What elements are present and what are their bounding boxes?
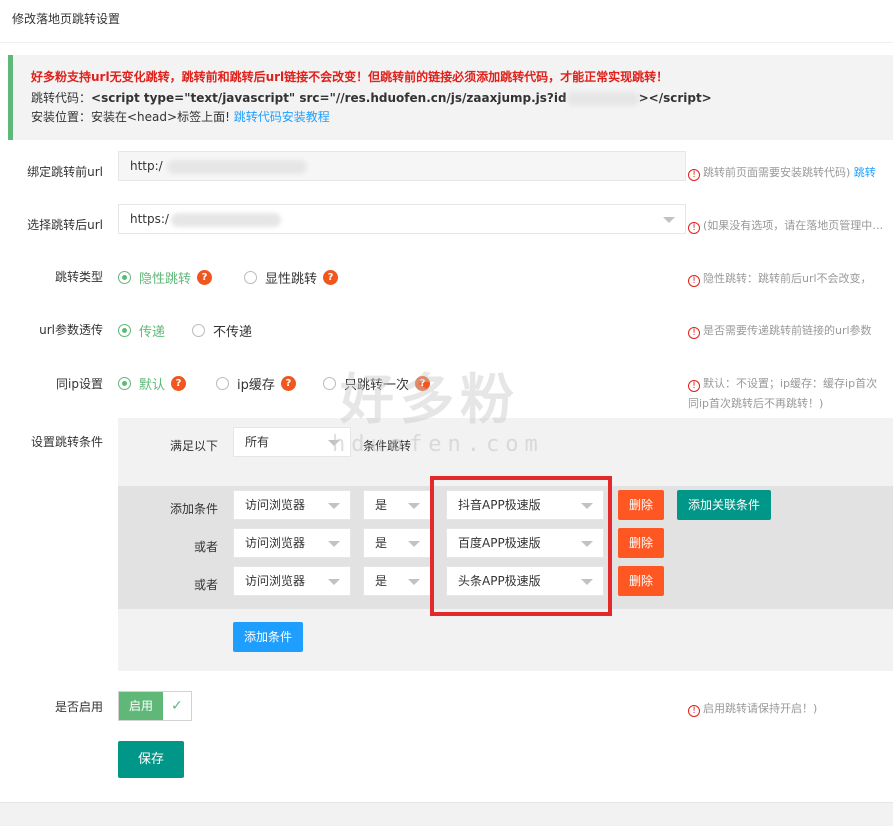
bind-url-label: 绑定跳转前url (27, 165, 103, 179)
notice-code-line: 跳转代码：<script type="text/javascript" src=… (31, 89, 712, 106)
radio-dot (323, 377, 336, 390)
chevron-down-icon (663, 217, 675, 223)
title-bar: 修改落地页跳转设置 (0, 0, 893, 43)
notice-code-a: <script type="text/javascript" src="//re… (91, 91, 567, 105)
radio-dot (118, 377, 131, 390)
check-icon: ✓ (171, 698, 183, 714)
jump-type-hidden-radio[interactable]: 隐性跳转? (118, 268, 213, 287)
condition-field-select[interactable]: 访问浏览器 (233, 528, 351, 558)
radio-dot (244, 271, 257, 284)
url-param-label: url参数透传 (39, 323, 103, 337)
enable-hint: ! 启用跳转请保持开启！) (688, 700, 817, 717)
target-url-select[interactable]: https:/ (118, 204, 686, 234)
install-tutorial-link[interactable]: 跳转代码安装教程 (234, 110, 330, 124)
jump-type-hint: ! 隐性跳转：跳转前后url不会改变， (688, 270, 872, 287)
chevron-down-icon (328, 579, 340, 585)
bind-url-hint-link[interactable]: 跳转 (854, 166, 876, 179)
enable-switch-text: 启用 (119, 692, 163, 720)
radio-dot (118, 271, 131, 284)
url-param-pass-radio[interactable]: 传递 (118, 321, 165, 340)
condition-prefix: 添加条件 (169, 502, 218, 516)
same-ip-hint-1: ! 默认：不设置；ip缓存：缓存ip首次 (688, 375, 877, 392)
target-url-value: https:/ (130, 212, 169, 226)
page-title: 修改落地页跳转设置 (12, 12, 121, 26)
footer-bar (0, 802, 893, 826)
help-icon[interactable]: ? (197, 270, 213, 285)
info-icon: ! (688, 380, 700, 392)
highlight-annotation (430, 476, 612, 616)
same-ip-hint-2: 同ip首次跳转后不再跳转！) (688, 397, 824, 410)
chevron-down-icon (328, 541, 340, 547)
radio-dot (118, 324, 131, 337)
enable-label: 是否启用 (54, 700, 103, 714)
enable-switch[interactable]: 启用 ✓ (118, 691, 192, 721)
condition-op-select[interactable]: 是 (363, 528, 431, 558)
notice-warning: 好多粉支持url无变化跳转，跳转前和跳转后url链接不会改变！但跳转前的链接必须… (31, 70, 669, 84)
watermark-logo: 好多粉 (340, 367, 520, 431)
save-button[interactable]: 保存 (118, 741, 184, 778)
help-icon[interactable]: ? (280, 376, 296, 391)
radio-dot (216, 377, 229, 390)
target-url-hint: ! (如果没有选项，请在落地页管理中… (688, 217, 883, 234)
chevron-down-icon (328, 503, 340, 509)
delete-button[interactable]: 删除 (618, 566, 664, 596)
condition-op-select[interactable]: 是 (363, 490, 431, 520)
condition-op-select[interactable]: 是 (363, 566, 431, 596)
notice-code-b: ></script> (638, 91, 712, 105)
help-icon[interactable]: ? (323, 270, 339, 285)
chevron-down-icon (408, 541, 420, 547)
bind-url-input[interactable]: http:/ (118, 151, 686, 181)
jump-type-visible-radio[interactable]: 显性跳转? (244, 268, 339, 287)
target-url-label: 选择跳转后url (27, 218, 103, 232)
info-icon: ! (688, 275, 700, 287)
redacted-url (166, 159, 307, 174)
conditions-label: 设置跳转条件 (30, 435, 103, 449)
delete-button[interactable]: 删除 (618, 528, 664, 558)
url-param-nopass-radio[interactable]: 不传递 (192, 321, 252, 340)
radio-dot (192, 324, 205, 337)
condition-field-select[interactable]: 访问浏览器 (233, 566, 351, 596)
same-ip-label: 同ip设置 (56, 377, 103, 391)
condition-prefix: 或者 (193, 578, 218, 592)
add-related-condition-button[interactable]: 添加关联条件 (677, 490, 771, 520)
info-icon: ! (688, 327, 700, 339)
chevron-down-icon (408, 579, 420, 585)
info-icon: ! (688, 705, 700, 717)
redacted-id (566, 91, 639, 106)
condition-prefix: 或者 (193, 540, 218, 554)
satisfy-label: 满足以下 (169, 439, 218, 453)
notice-install-label: 安装位置：安装在<head>标签上面! (31, 110, 234, 124)
condition-field-select[interactable]: 访问浏览器 (233, 490, 351, 520)
notice-code-label: 跳转代码： (31, 91, 92, 105)
redacted-target (170, 212, 281, 227)
watermark-domain: hduofen.com (332, 432, 544, 457)
add-condition-button[interactable]: 添加条件 (233, 622, 303, 652)
delete-button[interactable]: 删除 (618, 490, 664, 520)
chevron-down-icon (408, 503, 420, 509)
url-param-hint: ! 是否需要传递跳转前链接的url参数 (688, 322, 872, 339)
bind-url-value: http:/ (130, 159, 163, 173)
notice-box: 好多粉支持url无变化跳转，跳转前和跳转后url链接不会改变！但跳转前的链接必须… (8, 55, 893, 140)
info-icon: ! (688, 169, 700, 181)
bind-url-hint: ! 跳转前页面需要安装跳转代码) 跳转 (688, 164, 876, 181)
page: 修改落地页跳转设置 好多粉支持url无变化跳转，跳转前和跳转后url链接不会改变… (0, 0, 893, 826)
help-icon[interactable]: ? (171, 376, 187, 391)
info-icon: ! (688, 222, 700, 234)
notice-install-line: 安装位置：安装在<head>标签上面! 跳转代码安装教程 (31, 108, 330, 125)
same-ip-cache-radio[interactable]: ip缓存? (216, 374, 296, 393)
same-ip-default-radio[interactable]: 默认? (118, 374, 187, 393)
jump-type-label: 跳转类型 (54, 270, 103, 284)
